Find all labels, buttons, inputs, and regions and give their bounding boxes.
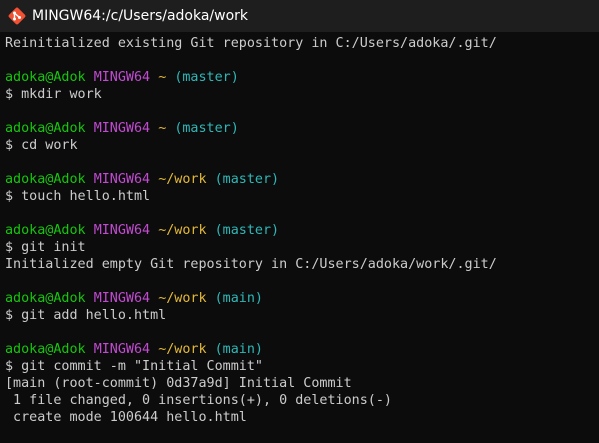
prompt-host: MINGW64 xyxy=(93,172,151,187)
prompt-line: adoka@Adok MINGW64 ~ (master) xyxy=(5,120,599,137)
prompt-user: adoka@Adok xyxy=(5,342,86,357)
git-bash-icon xyxy=(8,7,26,25)
title-bar[interactable]: MINGW64:/c/Users/adoka/work xyxy=(0,0,599,32)
prompt-path: ~/work xyxy=(158,342,207,357)
terminal-output[interactable]: Reinitialized existing Git repository in… xyxy=(0,32,599,443)
prompt-user: adoka@Adok xyxy=(5,223,86,238)
command-text: $ git commit -m "Initial Commit" xyxy=(5,359,263,374)
prompt-path: ~/work xyxy=(158,291,207,306)
output-line: [main (root-commit) 0d37a9d] Initial Com… xyxy=(5,375,599,392)
output-text: 1 file changed, 0 insertions(+), 0 delet… xyxy=(5,393,392,408)
prompt-line: adoka@Adok MINGW64 ~/work (master) xyxy=(5,222,599,239)
output-text: Reinitialized existing Git repository in… xyxy=(5,36,497,51)
prompt-branch: (master) xyxy=(174,121,239,136)
output-line: Reinitialized existing Git repository in… xyxy=(5,35,599,52)
prompt-branch: (master) xyxy=(214,172,280,187)
prompt-line: adoka@Adok MINGW64 ~ (master) xyxy=(5,69,599,86)
command-text: $ mkdir work xyxy=(5,87,102,102)
output-line: Initialized empty Git repository in C:/U… xyxy=(5,256,599,273)
output-text: [main (root-commit) 0d37a9d] Initial Com… xyxy=(5,376,352,391)
prompt-branch: (main) xyxy=(214,291,263,306)
output-text: create mode 100644 hello.html xyxy=(5,410,247,425)
prompt-user: adoka@Adok xyxy=(5,291,86,306)
prompt-branch: (main) xyxy=(214,342,263,357)
prompt-path: ~/work xyxy=(158,223,207,238)
prompt-user: adoka@Adok xyxy=(5,172,86,187)
prompt-line: adoka@Adok MINGW64 ~/work (master) xyxy=(5,171,599,188)
output-line: 1 file changed, 0 insertions(+), 0 delet… xyxy=(5,392,599,409)
command-line: $ mkdir work xyxy=(5,86,599,103)
command-text: $ git add hello.html xyxy=(5,308,167,323)
prompt-user: adoka@Adok xyxy=(5,121,86,136)
prompt-path: ~ xyxy=(158,70,167,85)
command-line: $ git add hello.html xyxy=(5,307,599,324)
window-title: MINGW64:/c/Users/adoka/work xyxy=(32,8,249,24)
prompt-line: adoka@Adok MINGW64 ~/work (main) xyxy=(5,290,599,307)
prompt-host: MINGW64 xyxy=(93,70,151,85)
prompt-path: ~ xyxy=(158,121,167,136)
output-line: create mode 100644 hello.html xyxy=(5,409,599,426)
command-line: $ git init xyxy=(5,239,599,256)
prompt-path: ~/work xyxy=(158,172,207,187)
command-text: $ touch hello.html xyxy=(5,189,151,204)
prompt-host: MINGW64 xyxy=(93,342,151,357)
command-text: $ cd work xyxy=(5,138,78,153)
command-line: $ cd work xyxy=(5,137,599,154)
command-text: $ git init xyxy=(5,240,86,255)
prompt-user: adoka@Adok xyxy=(5,70,86,85)
output-text: Initialized empty Git repository in C:/U… xyxy=(5,257,497,272)
prompt-branch: (master) xyxy=(174,70,239,85)
command-line: $ git commit -m "Initial Commit" xyxy=(5,358,599,375)
prompt-host: MINGW64 xyxy=(93,223,151,238)
command-line: $ touch hello.html xyxy=(5,188,599,205)
prompt-host: MINGW64 xyxy=(93,291,151,306)
prompt-host: MINGW64 xyxy=(93,121,151,136)
prompt-line: adoka@Adok MINGW64 ~/work (main) xyxy=(5,341,599,358)
prompt-branch: (master) xyxy=(214,223,280,238)
